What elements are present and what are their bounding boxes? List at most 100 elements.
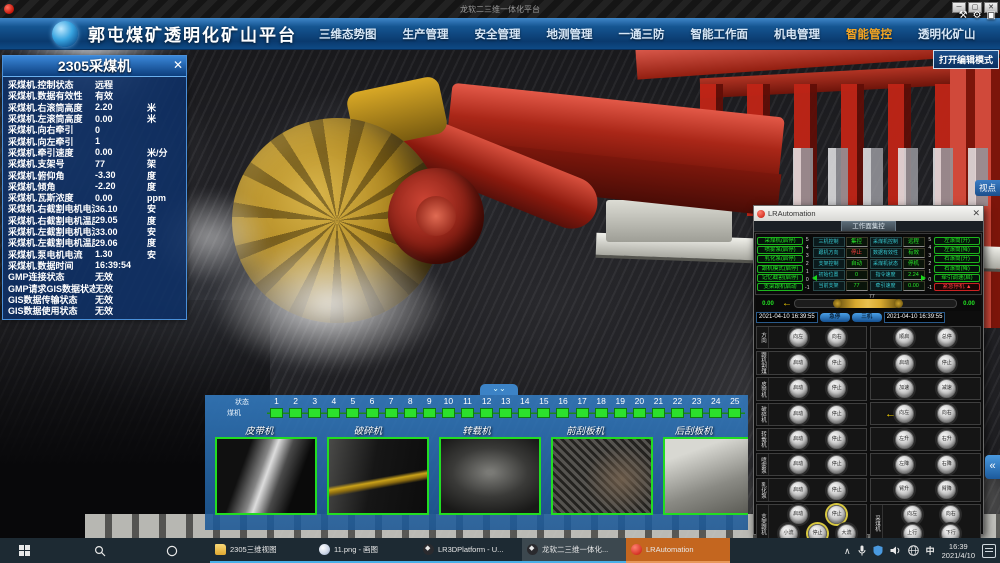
round-button-启动[interactable]: 启动	[789, 505, 808, 524]
support-status-indicator[interactable]	[728, 408, 741, 418]
microphone-icon[interactable]	[858, 545, 866, 556]
round-button-向左[interactable]: 向左	[789, 328, 808, 347]
indicator-button[interactable]: 右滚筒(升)	[934, 255, 980, 263]
support-status-indicator[interactable]	[270, 408, 283, 418]
pill-button-three-machines[interactable]: 三机	[852, 313, 882, 322]
nav-item-地测管理[interactable]: 地测管理	[547, 26, 593, 42]
taskbar-item-LR3DPlatform - U...[interactable]: LR3DPlatform - U...	[418, 538, 522, 563]
chevron-down-icon[interactable]: ⌄⌄	[480, 384, 518, 395]
round-button-顺启[interactable]: 顺启	[895, 328, 914, 347]
camera-feed-前刮板机[interactable]	[551, 437, 653, 515]
lr-titlebar[interactable]: LRAutomation ✕	[754, 206, 983, 221]
round-button-左降[interactable]: 左降	[895, 455, 914, 474]
notification-center-icon[interactable]	[982, 544, 996, 558]
support-status-indicator[interactable]	[518, 408, 531, 418]
support-status-indicator[interactable]	[595, 408, 608, 418]
round-button-停止[interactable]: 停止	[827, 430, 846, 449]
support-status-indicator[interactable]	[404, 408, 417, 418]
support-status-indicator[interactable]	[423, 408, 436, 418]
camera-feed-破碎机[interactable]	[327, 437, 429, 515]
network-globe-icon[interactable]	[908, 545, 919, 556]
indicator-button[interactable]: 右滚筒(降)	[934, 265, 980, 273]
support-status-indicator[interactable]	[556, 408, 569, 418]
round-button-启动[interactable]: 启动	[789, 430, 808, 449]
nav-item-三维态势图[interactable]: 三维态势图	[319, 26, 377, 42]
round-button-向左[interactable]: 向左	[903, 505, 922, 524]
lr-close-icon[interactable]: ✕	[972, 208, 980, 219]
ime-indicator[interactable]: 中	[926, 546, 935, 556]
support-status-indicator[interactable]	[652, 408, 665, 418]
viewpoint-tab[interactable]: 视点	[975, 180, 1000, 196]
tab-workface-control[interactable]: 工作面集控	[841, 221, 896, 231]
tray-expand-icon[interactable]: ∧	[844, 546, 851, 556]
support-status-indicator[interactable]	[499, 408, 512, 418]
restore-window-icon[interactable]: ▣	[987, 11, 996, 21]
round-button-启动[interactable]: 启动	[789, 455, 808, 474]
round-button-启动[interactable]: 启动	[789, 405, 808, 424]
support-status-indicator[interactable]	[289, 408, 302, 418]
tools-icon[interactable]: ⚒	[959, 11, 968, 21]
round-button-减速[interactable]: 减速	[937, 379, 956, 398]
support-status-indicator[interactable]	[480, 408, 493, 418]
indicator-button[interactable]: 乳化泵(启停)	[757, 255, 803, 263]
start-button[interactable]	[12, 538, 36, 563]
indicator-button[interactable]: 采煤机(启停)	[757, 237, 803, 245]
support-status-indicator[interactable]	[576, 408, 589, 418]
cortana-icon[interactable]	[160, 538, 184, 563]
nav-item-机电管理[interactable]: 机电管理	[774, 26, 820, 42]
round-button-向右[interactable]: 向右	[941, 505, 960, 524]
round-button-向左[interactable]: 向左	[895, 404, 914, 423]
camera-feed-后刮板机[interactable]	[663, 437, 748, 515]
support-status-indicator[interactable]	[537, 408, 550, 418]
support-status-indicator[interactable]	[442, 408, 455, 418]
clock[interactable]: 16:39 2021/4/10	[942, 542, 975, 560]
open-edit-mode-button[interactable]: 打开编辑模式	[933, 50, 999, 69]
nav-item-生产管理[interactable]: 生产管理	[403, 26, 449, 42]
indicator-button[interactable]: 左滚筒(升)	[934, 237, 980, 245]
round-button-启动[interactable]: 启动	[789, 354, 808, 373]
taskbar-item-龙软二三维一体化...[interactable]: 龙软二三维一体化...	[522, 538, 626, 563]
round-button-加速[interactable]: 加速	[895, 379, 914, 398]
round-button-臂升[interactable]: 臂升	[895, 480, 914, 499]
support-status-indicator[interactable]	[308, 408, 321, 418]
support-status-indicator[interactable]	[385, 408, 398, 418]
shearer-position-marker[interactable]	[837, 299, 899, 308]
indicator-button[interactable]: 跟机模式(启停)	[757, 265, 803, 273]
speaker-icon[interactable]	[890, 545, 901, 556]
round-button-向右[interactable]: 向右	[827, 328, 846, 347]
taskbar-item-2305三维视图[interactable]: 2305三维视图	[210, 538, 314, 563]
nav-item-透明化矿山[interactable]: 透明化矿山	[918, 26, 976, 42]
collapse-panel-tab[interactable]: «	[985, 455, 1000, 479]
support-status-indicator[interactable]	[366, 408, 379, 418]
round-button-左升[interactable]: 左升	[895, 430, 914, 449]
round-button-总停[interactable]: 总停	[937, 328, 956, 347]
support-status-indicator[interactable]	[346, 408, 359, 418]
nav-item-智能工作面[interactable]: 智能工作面	[691, 26, 749, 42]
round-button-启动[interactable]: 启动	[789, 481, 808, 500]
support-status-indicator[interactable]	[671, 408, 684, 418]
round-button-右升[interactable]: 右升	[937, 430, 956, 449]
taskbar-search-icon[interactable]	[88, 538, 112, 563]
indicator-button[interactable]: 喷雾泵(启停)	[757, 246, 803, 254]
nav-item-一通三防[interactable]: 一通三防	[619, 26, 665, 42]
support-status-indicator[interactable]	[709, 408, 722, 418]
round-button-向右[interactable]: 向右	[937, 404, 956, 423]
round-button-右降[interactable]: 右降	[937, 455, 956, 474]
round-button-停止[interactable]: 停止	[827, 379, 846, 398]
settings-gear-icon[interactable]: ⚙	[973, 11, 982, 21]
round-button-停止[interactable]: 停止	[827, 481, 846, 500]
round-button-停止[interactable]: 停止	[827, 354, 846, 373]
support-status-indicator[interactable]	[633, 408, 646, 418]
round-button-臂降[interactable]: 臂降	[937, 480, 956, 499]
pill-button-estop[interactable]: 急停	[820, 313, 850, 322]
indicator-button[interactable]: 牵引调速(启)	[934, 274, 980, 282]
support-status-indicator[interactable]	[690, 408, 703, 418]
nav-item-智能管控[interactable]: 智能管控	[846, 26, 892, 42]
round-button-停止[interactable]: 停止	[827, 405, 846, 424]
round-button-停止[interactable]: 停止	[827, 505, 846, 524]
round-button-停止[interactable]: 停止	[937, 354, 956, 373]
support-status-indicator[interactable]	[461, 408, 474, 418]
indicator-button[interactable]: 记忆截割(启停)	[757, 274, 803, 282]
round-button-启动[interactable]: 启动	[789, 379, 808, 398]
indicator-button[interactable]: 左滚筒(降)	[934, 246, 980, 254]
